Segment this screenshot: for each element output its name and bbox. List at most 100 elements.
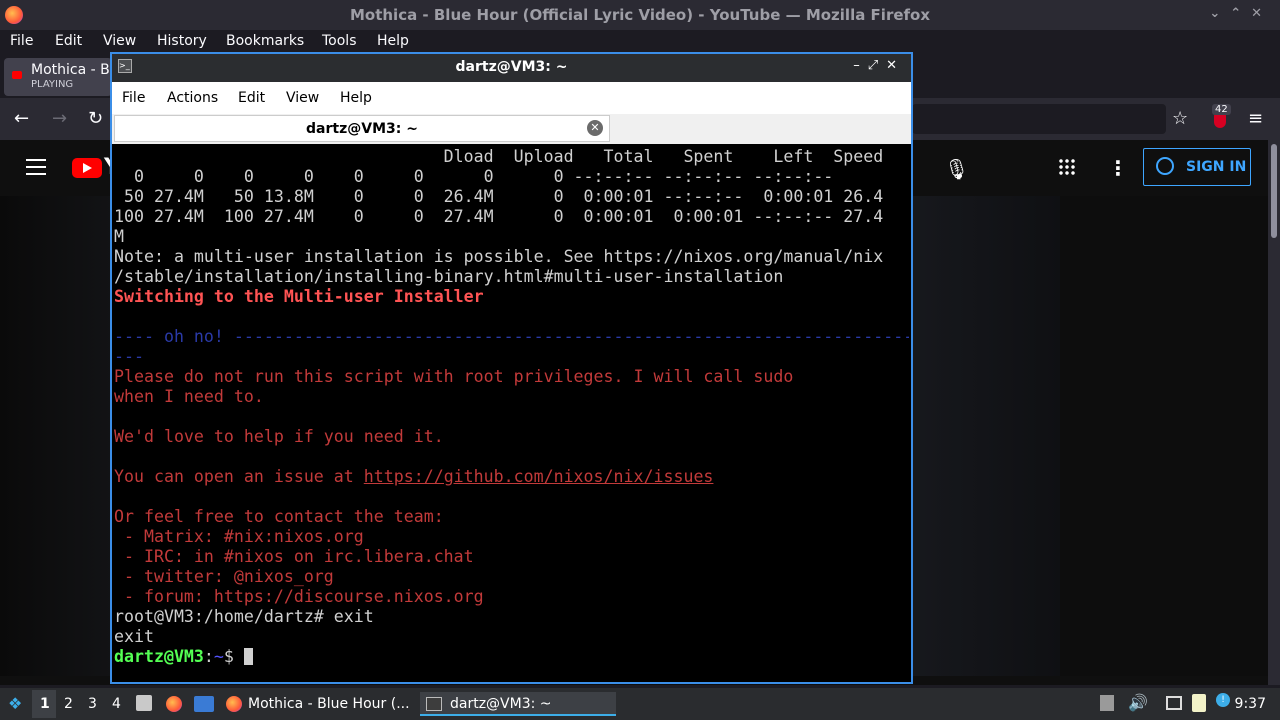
firefox-menubar: File Edit View History Bookmarks Tools H… — [0, 30, 1280, 52]
terminal-window: >_ dartz@VM3: ~ –⤢✕ File Actions Edit Vi… — [110, 52, 913, 684]
terminal-tabbar: dartz@VM3: ~ ✕ — [112, 114, 911, 144]
terminal-line: 0 0 0 0 0 0 0 0 --:--:-- --:--:-- --:--:… — [114, 167, 834, 186]
ff-menu-bookmarks[interactable]: Bookmarks — [226, 33, 304, 49]
desktop-icon[interactable] — [194, 696, 214, 712]
terminal-line: Note: a multi-user installation is possi… — [114, 247, 884, 266]
sign-in-button[interactable]: SIGN IN — [1143, 148, 1251, 186]
ff-menu-help[interactable]: Help — [377, 33, 409, 49]
terminal-line: 50 27.4M 50 13.8M 0 0 26.4M 0 0:00:01 --… — [114, 187, 884, 206]
term-menu-help[interactable]: Help — [340, 90, 372, 106]
tab-title: Mothica - Bl — [31, 62, 114, 78]
terminal-menubar: File Actions Edit View Help — [112, 82, 911, 114]
terminal-line: - twitter: @nixos_org — [114, 567, 334, 586]
window-controls[interactable]: ⌄⌃✕ — [1209, 6, 1272, 21]
prompt-path: ~ — [213, 647, 224, 666]
terminal-window-title: dartz@VM3: ~ — [455, 59, 568, 75]
terminal-line: M — [114, 227, 124, 246]
workspace-1[interactable]: 1 — [40, 696, 50, 712]
apps-grid-icon[interactable] — [1058, 158, 1076, 176]
ff-menu-file[interactable]: File — [10, 33, 33, 49]
account-icon — [1156, 157, 1174, 175]
taskbar-app-terminal[interactable]: dartz@VM3: ~ — [420, 692, 616, 716]
prompt-symbol: $ — [223, 647, 244, 666]
prompt-user: dartz@VM3 — [114, 647, 204, 666]
terminal-line: - forum: https://discourse.nixos.org — [114, 587, 484, 606]
term-menu-file[interactable]: File — [122, 90, 145, 106]
term-menu-view[interactable]: View — [286, 90, 319, 106]
hamburger-menu-icon[interactable]: ≡ — [1248, 108, 1263, 129]
display-icon[interactable] — [1166, 696, 1182, 710]
terminal-line: exit — [114, 627, 154, 646]
workspace-3[interactable]: 3 — [88, 696, 97, 712]
youtube-logo-icon[interactable] — [72, 158, 102, 178]
terminal-tab-label: dartz@VM3: ~ — [306, 121, 418, 137]
update-notifier-icon[interactable]: ! — [1216, 693, 1230, 707]
forward-arrow-icon[interactable]: → — [52, 108, 67, 129]
terminal-line: We'd love to help if you need it. — [114, 427, 444, 446]
terminal-line: when I need to. — [114, 387, 264, 406]
terminal-line: Or feel free to contact the team: — [114, 507, 444, 526]
terminal-line: Dload Upload Total Spent Left Speed — [114, 147, 884, 166]
firefox-titlebar: Mothica - Blue Hour (Official Lyric Vide… — [0, 0, 1280, 30]
firefox-window-title: Mothica - Blue Hour (Official Lyric Vide… — [349, 6, 931, 24]
youtube-sidebar — [1060, 196, 1268, 676]
file-manager-icon[interactable] — [136, 695, 152, 711]
terminal-line: root@VM3:/home/dartz# exit — [114, 607, 374, 626]
terminal-line: - IRC: in #nixos on irc.libera.chat — [114, 547, 474, 566]
youtube-menu-icon[interactable] — [26, 159, 46, 175]
app-launcher-icon[interactable]: ❖ — [8, 694, 22, 713]
terminal-line: ---- oh no! ----------------------------… — [114, 327, 909, 346]
microphone-icon[interactable]: 🎙 — [944, 157, 969, 181]
notes-icon[interactable] — [1192, 694, 1206, 712]
youtube-favicon-icon — [12, 71, 22, 79]
sign-in-label: SIGN IN — [1186, 159, 1247, 175]
prompt-separator: : — [203, 647, 214, 666]
terminal-line: You can open an issue at https://github.… — [114, 467, 909, 487]
firefox-launcher-icon[interactable] — [166, 696, 182, 712]
blocked-count-badge: 42 — [1212, 104, 1231, 115]
back-arrow-icon[interactable]: ← — [14, 108, 29, 129]
terminal-output[interactable]: Dload Upload Total Spent Left Speed 0 0 … — [114, 147, 909, 682]
ff-menu-tools[interactable]: Tools — [322, 33, 357, 49]
term-menu-actions[interactable]: Actions — [167, 90, 218, 106]
clipboard-icon[interactable] — [1100, 695, 1114, 711]
firefox-icon — [226, 696, 242, 712]
close-tab-icon[interactable]: ✕ — [587, 120, 603, 136]
workspace-2[interactable]: 2 — [64, 696, 73, 712]
bookmark-star-icon[interactable]: ☆ — [1172, 108, 1188, 129]
term-menu-edit[interactable]: Edit — [238, 90, 265, 106]
ff-menu-edit[interactable]: Edit — [55, 33, 82, 49]
terminal-line: - Matrix: #nix:nixos.org — [114, 527, 364, 546]
scrollbar-thumb[interactable] — [1271, 144, 1277, 238]
workspace-4[interactable]: 4 — [112, 696, 121, 712]
ublock-shield-icon[interactable] — [1214, 114, 1226, 128]
terminal-line: --- — [114, 347, 144, 366]
terminal-prompt[interactable]: dartz@VM3:~$ — [114, 647, 909, 667]
text-cursor — [243, 648, 253, 665]
more-options-icon[interactable]: ⋮ — [1108, 156, 1128, 180]
reload-icon[interactable]: ↻ — [88, 108, 103, 129]
volume-icon[interactable]: 🔊 — [1128, 693, 1148, 712]
clock[interactable]: 9:37 — [1235, 696, 1266, 712]
issue-text: You can open an issue at — [114, 467, 364, 486]
issues-link[interactable]: https://github.com/nixos/nix/issues — [364, 467, 714, 486]
taskbar-app-label: Mothica - Blue Hour (... — [248, 696, 410, 712]
ff-menu-view[interactable]: View — [103, 33, 136, 49]
terminal-line: /stable/installation/installing-binary.h… — [114, 267, 784, 286]
tab-playing-status: PLAYING — [31, 79, 74, 90]
taskbar: ❖ 1 2 3 4 Mothica - Blue Hour (... dartz… — [0, 688, 1280, 720]
terminal-titlebar: >_ dartz@VM3: ~ –⤢✕ — [112, 54, 911, 82]
terminal-line: Switching to the Multi-user Installer — [114, 287, 484, 306]
browser-tab-youtube[interactable]: Mothica - Bl PLAYING — [4, 58, 114, 96]
terminal-tab[interactable]: dartz@VM3: ~ ✕ — [114, 115, 610, 142]
terminal-line: Please do not run this script with root … — [114, 367, 794, 386]
ff-menu-history[interactable]: History — [157, 33, 207, 49]
terminal-window-controls[interactable]: –⤢✕ — [853, 58, 905, 73]
url-bar[interactable] — [912, 104, 1166, 134]
taskbar-app-firefox[interactable]: Mothica - Blue Hour (... — [222, 692, 412, 716]
taskbar-app-label: dartz@VM3: ~ — [450, 696, 552, 712]
